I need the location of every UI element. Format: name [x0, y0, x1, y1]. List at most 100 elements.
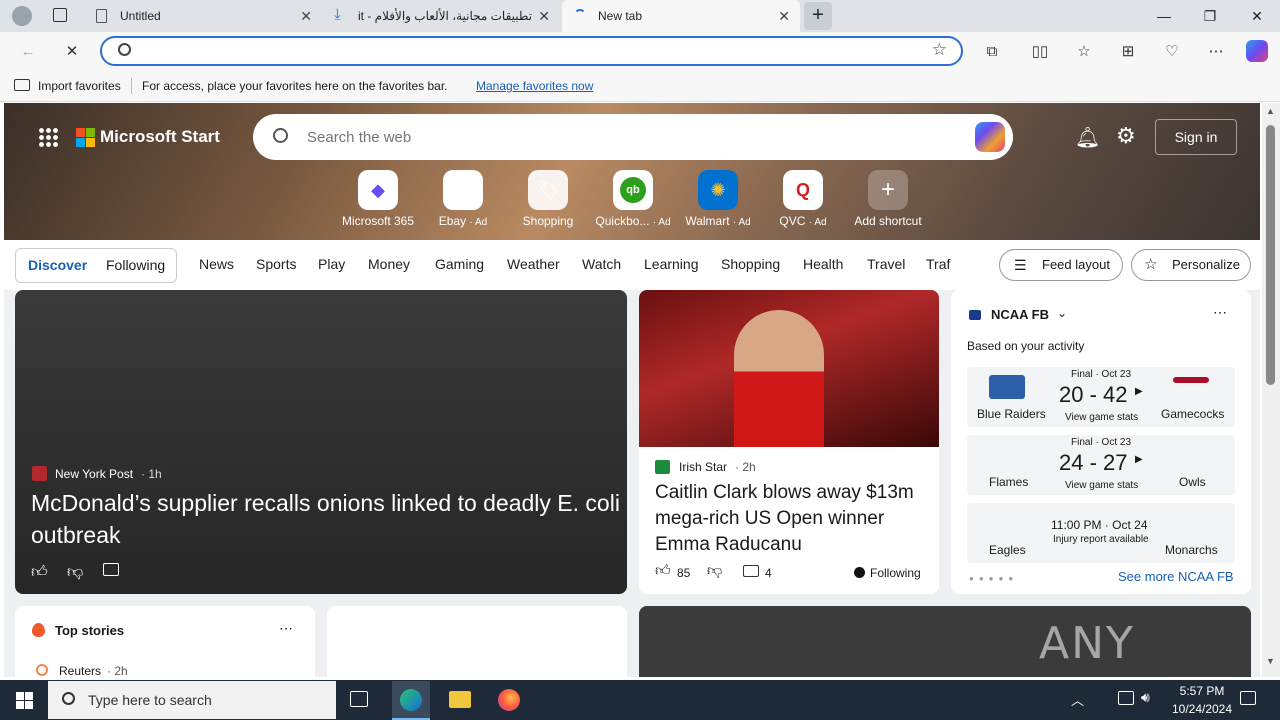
- clock-date[interactable]: 10/24/2024: [1164, 702, 1240, 716]
- nav-sports[interactable]: Sports: [256, 256, 296, 272]
- injury-report-link[interactable]: Injury report available: [1053, 534, 1149, 545]
- copilot-icon[interactable]: [1246, 40, 1268, 62]
- apps-launcher-icon[interactable]: [38, 127, 58, 147]
- game-row[interactable]: Blue Raiders Final · Oct 23 20 - 42 ▶ Vi…: [967, 367, 1235, 427]
- shortcut-ebay[interactable]: 🛍 Ebay · Ad: [423, 170, 503, 228]
- see-more-link[interactable]: See more NCAA FB: [1118, 569, 1234, 584]
- story-headline[interactable]: Caitlin Clark blows away $13m mega-rich …: [655, 480, 925, 558]
- story-headline[interactable]: McDonald’s supplier recalls onions linke…: [31, 487, 621, 551]
- chevron-down-icon[interactable]: ⌄: [1057, 306, 1067, 320]
- nav-health[interactable]: Health: [803, 256, 843, 272]
- carousel-dots[interactable]: ●●●●●: [969, 574, 1018, 583]
- game-stats-link[interactable]: View game stats: [1065, 480, 1138, 491]
- notifications-bell-icon[interactable]: 🔔︎: [1075, 125, 1100, 150]
- network-icon[interactable]: [1118, 691, 1134, 705]
- tab-new-tab[interactable]: New tab ✕: [562, 0, 800, 32]
- import-favorites-link[interactable]: Import favorites: [38, 79, 121, 93]
- task-view-icon[interactable]: [350, 691, 368, 707]
- nav-watch[interactable]: Watch: [582, 256, 621, 272]
- more-options-icon[interactable]: ⋯: [279, 620, 293, 637]
- close-window-button[interactable]: ✕: [1234, 0, 1280, 32]
- address-bar[interactable]: ☆: [100, 36, 963, 66]
- maximize-button[interactable]: ❐: [1187, 0, 1233, 32]
- dislike-icon[interactable]: 👎︎: [67, 563, 83, 582]
- nav-play[interactable]: Play: [318, 256, 345, 272]
- tab-discover[interactable]: Discover: [28, 257, 87, 273]
- web-search-input[interactable]: [307, 126, 927, 148]
- new-tab-button[interactable]: +: [804, 2, 832, 30]
- volume-icon[interactable]: 🔊︎: [1141, 689, 1150, 706]
- add-shortcut-button[interactable]: + Add shortcut: [848, 170, 928, 228]
- extensions-icon[interactable]: ⧉: [980, 40, 1004, 62]
- tray-chevron-icon[interactable]: ︿: [1071, 690, 1084, 709]
- manage-favorites-link[interactable]: Manage favorites now: [476, 79, 593, 93]
- page-scrollbar[interactable]: ▲ ▼: [1262, 103, 1280, 677]
- comment-icon[interactable]: [103, 563, 119, 576]
- copilot-icon[interactable]: [975, 122, 1005, 152]
- like-icon[interactable]: 👍︎: [655, 562, 671, 580]
- edge-taskbar-icon[interactable]: [392, 681, 430, 720]
- shortcut-walmart[interactable]: ✺ Walmart · Ad: [678, 170, 758, 228]
- brand-name[interactable]: Microsoft Start: [100, 127, 220, 147]
- following-label[interactable]: Following: [870, 566, 921, 580]
- widget-title[interactable]: NCAA FB: [991, 307, 1049, 322]
- sign-in-button[interactable]: Sign in: [1155, 119, 1237, 155]
- stop-loading-icon[interactable]: ✕: [60, 40, 84, 62]
- close-tab-icon[interactable]: ✕: [778, 8, 790, 25]
- start-windows-icon[interactable]: [16, 692, 33, 709]
- game-row[interactable]: Eagles 11:00 PM · Oct 24 Injury report a…: [967, 503, 1235, 563]
- nav-travel[interactable]: Travel: [867, 256, 905, 272]
- feed-layout-button[interactable]: ☰ Feed layout: [999, 249, 1123, 281]
- firefox-icon[interactable]: [498, 689, 520, 711]
- personalize-button[interactable]: ☆ Personalize: [1131, 249, 1251, 281]
- dislike-icon[interactable]: 👎︎: [707, 562, 722, 580]
- close-tab-icon[interactable]: ✕: [300, 8, 312, 25]
- split-screen-icon[interactable]: ▯▯: [1028, 40, 1052, 62]
- minimize-button[interactable]: —: [1141, 0, 1187, 32]
- second-story-card[interactable]: Irish Star · 2h Caitlin Clark blows away…: [639, 290, 939, 594]
- close-tab-icon[interactable]: ✕: [538, 8, 550, 25]
- nav-shopping[interactable]: Shopping: [721, 256, 780, 272]
- collections-icon[interactable]: ⊞: [1116, 40, 1140, 62]
- home-team: Eagles: [989, 543, 1026, 557]
- media-card[interactable]: ANY RUN: [639, 606, 1251, 677]
- nav-gaming[interactable]: Gaming: [435, 256, 484, 272]
- file-explorer-icon[interactable]: [449, 691, 471, 708]
- shortcut-shopping[interactable]: 🏷 Shopping: [508, 170, 588, 228]
- favorites-icon[interactable]: ☆: [1072, 40, 1096, 62]
- game-score: 24 - 27: [1059, 450, 1128, 475]
- nav-money[interactable]: Money: [368, 256, 410, 272]
- tab-apps[interactable]: ⤓ تطبيقات مجانية، الألعاب والأفلام - ‎it…: [324, 0, 560, 32]
- tab-actions-icon[interactable]: [53, 8, 67, 22]
- nav-news[interactable]: News: [199, 256, 234, 272]
- favorite-star-icon[interactable]: ☆: [932, 40, 947, 60]
- shortcut-microsoft-365[interactable]: ◆ Microsoft 365: [338, 170, 418, 228]
- web-search-box[interactable]: [253, 114, 1013, 160]
- tab-untitled[interactable]: Untitled ✕: [86, 0, 322, 32]
- clock-time[interactable]: 5:57 PM: [1172, 684, 1232, 698]
- taskbar-search-box[interactable]: Type here to search: [48, 681, 336, 719]
- tab-following[interactable]: Following: [106, 257, 165, 273]
- nav-weather[interactable]: Weather: [507, 256, 560, 272]
- back-icon[interactable]: ←: [16, 40, 40, 62]
- scroll-thumb[interactable]: [1266, 125, 1275, 385]
- shortcut-quickbooks[interactable]: qb Quickbo... · Ad: [593, 170, 673, 228]
- comment-icon[interactable]: [743, 565, 759, 577]
- notifications-icon[interactable]: [1240, 691, 1256, 705]
- nav-traffic[interactable]: Traf: [926, 256, 950, 272]
- more-options-icon[interactable]: ⋯: [1213, 304, 1227, 321]
- story-source: Irish Star: [679, 460, 728, 474]
- game-row[interactable]: Flames Final · Oct 23 24 - 27 ▶ View gam…: [967, 435, 1235, 495]
- address-input[interactable]: [148, 41, 908, 61]
- main-story-card[interactable]: New York Post · 1h McDonald’s supplier r…: [15, 290, 627, 594]
- settings-gear-icon[interactable]: ⚙: [1116, 123, 1136, 149]
- import-favorites-icon[interactable]: [14, 79, 30, 91]
- profile-icon[interactable]: [12, 6, 32, 26]
- taskbar-search-placeholder: Type here to search: [88, 692, 212, 708]
- game-stats-link[interactable]: View game stats: [1065, 412, 1138, 423]
- performance-icon[interactable]: ♡: [1160, 40, 1184, 62]
- like-icon[interactable]: 👍︎: [31, 563, 48, 582]
- nav-learning[interactable]: Learning: [644, 256, 699, 272]
- more-menu-icon[interactable]: ⋯: [1204, 40, 1228, 62]
- shortcut-qvc[interactable]: Q QVC · Ad: [763, 170, 843, 228]
